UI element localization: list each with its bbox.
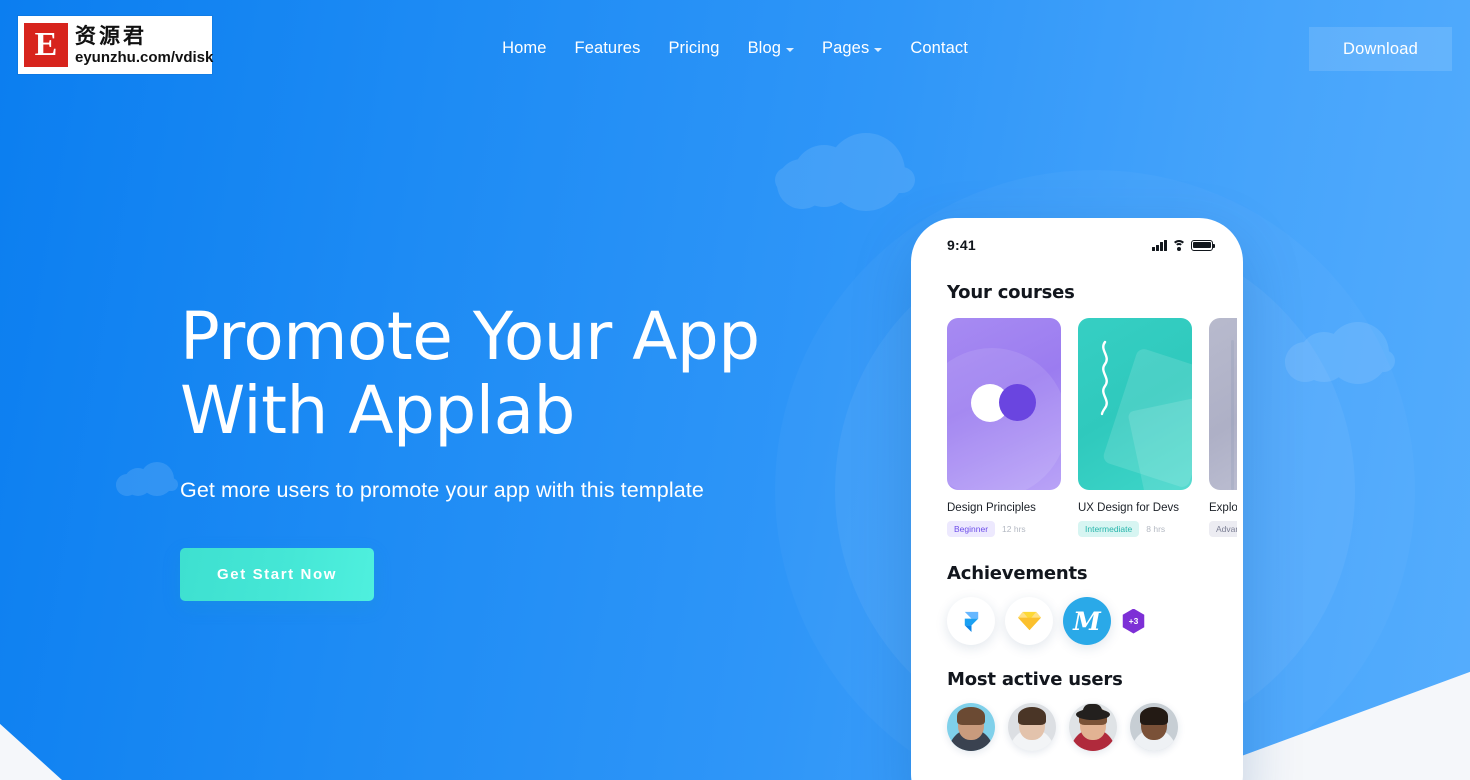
phone-silent-switch bbox=[911, 316, 912, 342]
site-header: E 资源君 eyunzhu.com/vdisk Home Features Pr… bbox=[0, 0, 1470, 98]
nav-item-home[interactable]: Home bbox=[488, 30, 560, 67]
course-card-ux-design-for-devs[interactable]: UX Design for Devs Intermediate 8 hrs bbox=[1078, 318, 1192, 537]
content-scrollbar[interactable] bbox=[1231, 340, 1234, 490]
phone-power-button bbox=[1242, 374, 1243, 444]
diagonal-shape-bottom-left bbox=[0, 720, 67, 780]
nav-item-contact[interactable]: Contact bbox=[896, 30, 982, 67]
phone-screen: 9:41 Your courses Design Principles Begi… bbox=[917, 224, 1237, 780]
nav-item-features[interactable]: Features bbox=[561, 30, 655, 67]
achievements-section: Achievements M +3 bbox=[917, 563, 1237, 645]
chevron-down-icon bbox=[786, 47, 795, 52]
nav-item-pages[interactable]: Pages bbox=[808, 30, 896, 67]
active-users-section: Most active users bbox=[917, 669, 1237, 751]
main-navigation: Home Features Pricing Blog Pages Contact bbox=[0, 30, 1470, 67]
course-title: UX Design for Devs bbox=[1078, 502, 1179, 514]
nav-item-label: Home bbox=[502, 39, 547, 57]
course-meta: Intermediate 8 hrs bbox=[1078, 521, 1192, 537]
status-bar-icons bbox=[1152, 239, 1215, 251]
user-avatar-2[interactable] bbox=[1008, 703, 1056, 751]
course-meta: Beginner 12 hrs bbox=[947, 521, 1061, 537]
get-start-now-button[interactable]: Get Start Now bbox=[180, 548, 374, 601]
course-card-design-principles[interactable]: Design Principles Beginner 12 hrs bbox=[947, 318, 1061, 537]
user-avatar-4[interactable] bbox=[1130, 703, 1178, 751]
active-users-section-title: Most active users bbox=[947, 669, 1123, 690]
nav-item-label: Blog bbox=[747, 39, 782, 57]
hero-subtitle: Get more users to promote your app with … bbox=[180, 478, 704, 502]
cellular-signal-icon bbox=[1152, 239, 1167, 251]
cloud-icon-right bbox=[1285, 322, 1395, 384]
nav-item-label: Features bbox=[574, 39, 641, 57]
course-meta: Advan bbox=[1209, 521, 1237, 537]
squiggle-icon bbox=[1100, 340, 1108, 416]
hero-section: Promote Your App With Applab Get more us… bbox=[180, 300, 840, 601]
course-title: Explor bbox=[1209, 502, 1237, 514]
cloud-icon-left bbox=[116, 462, 178, 496]
nav-item-label: Pricing bbox=[668, 39, 720, 57]
courses-list: Design Principles Beginner 12 hrs UX Des… bbox=[917, 318, 1237, 537]
courses-section: Your courses Design Principles Beginner … bbox=[917, 282, 1237, 537]
phone-volume-up-button bbox=[911, 364, 912, 410]
course-duration: 12 hrs bbox=[1002, 524, 1026, 534]
cloud-icon-top bbox=[775, 133, 915, 211]
download-button[interactable]: Download bbox=[1309, 27, 1452, 71]
achievements-section-title: Achievements bbox=[947, 563, 1088, 584]
phone-volume-down-button bbox=[911, 424, 912, 470]
status-bar-time: 9:41 bbox=[947, 237, 976, 253]
nav-item-blog[interactable]: Blog bbox=[734, 30, 808, 67]
phone-frame: 9:41 Your courses Design Principles Begi… bbox=[911, 218, 1243, 780]
user-avatar-3[interactable] bbox=[1069, 703, 1117, 751]
nav-item-pricing[interactable]: Pricing bbox=[654, 30, 733, 67]
framer-icon[interactable] bbox=[947, 597, 995, 645]
course-artwork bbox=[947, 318, 1061, 490]
active-users-list bbox=[917, 703, 1237, 751]
nav-item-label: Contact bbox=[910, 39, 968, 57]
marvel-letter: M bbox=[1073, 606, 1101, 636]
course-duration: 8 hrs bbox=[1146, 524, 1166, 534]
achievements-more-badge[interactable]: +3 bbox=[1122, 608, 1145, 634]
page-title: Promote Your App With Applab bbox=[180, 298, 760, 449]
achievements-list: M +3 bbox=[917, 597, 1237, 645]
course-level-badge: Advan bbox=[1209, 521, 1237, 537]
cta-label: Get Start Now bbox=[217, 566, 337, 583]
course-level-badge: Intermediate bbox=[1078, 521, 1140, 537]
download-button-label: Download bbox=[1343, 39, 1418, 58]
achievements-more-count: +3 bbox=[1128, 616, 1139, 626]
course-title: Design Principles bbox=[947, 502, 1036, 514]
framer-glyph bbox=[964, 611, 978, 632]
chevron-down-icon bbox=[874, 47, 883, 52]
sketch-icon[interactable] bbox=[1005, 597, 1053, 645]
nav-item-label: Pages bbox=[822, 39, 870, 57]
battery-full-icon bbox=[1191, 239, 1215, 251]
status-bar: 9:41 bbox=[917, 224, 1237, 260]
sketch-glyph bbox=[1017, 611, 1041, 631]
course-artwork bbox=[1078, 318, 1192, 490]
landing-page: E 资源君 eyunzhu.com/vdisk Home Features Pr… bbox=[0, 0, 1470, 780]
user-avatar-1[interactable] bbox=[947, 703, 995, 751]
course-level-badge: Beginner bbox=[947, 521, 996, 537]
marvel-icon[interactable]: M bbox=[1063, 597, 1111, 645]
wifi-icon bbox=[1172, 239, 1186, 251]
phone-mockup: 9:41 Your courses Design Principles Begi… bbox=[911, 218, 1243, 780]
courses-section-title: Your courses bbox=[947, 282, 1075, 303]
